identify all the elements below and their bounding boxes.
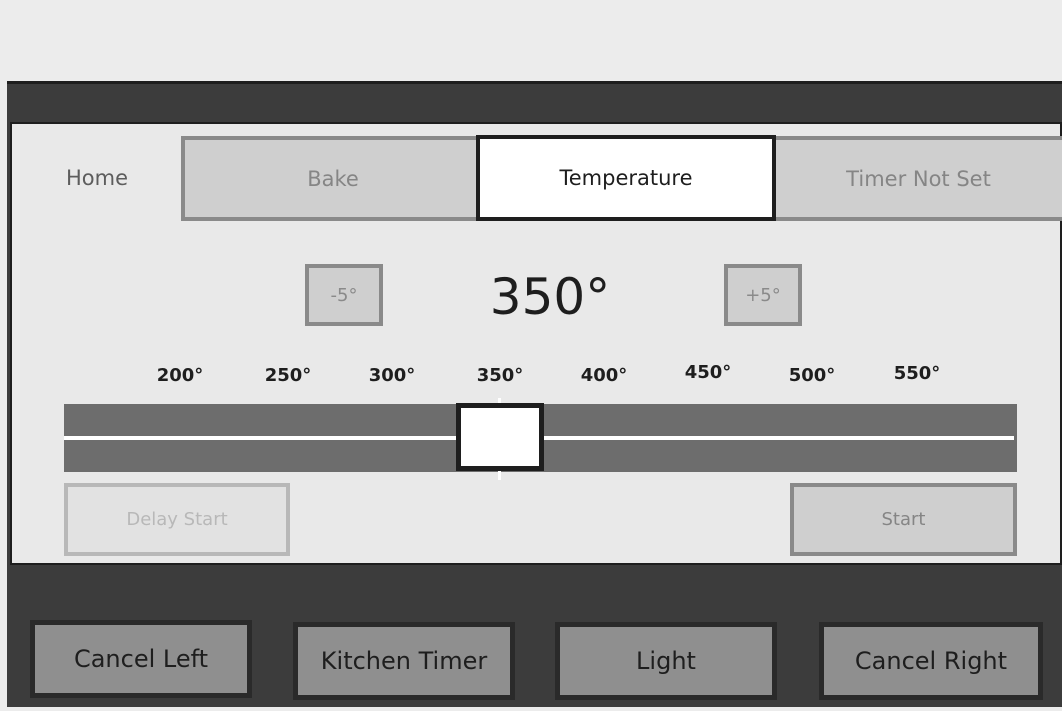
tab-temperature[interactable]: Temperature — [476, 135, 776, 221]
temperature-tick-label: 350° — [476, 365, 524, 386]
decrease-temperature-button[interactable]: -5° — [305, 264, 383, 326]
temperature-tick-label: 550° — [893, 363, 941, 384]
top-bar — [7, 9, 1062, 81]
temperature-tick-label: 450° — [684, 362, 732, 383]
increase-temperature-button[interactable]: +5° — [724, 264, 802, 326]
delay-start-button[interactable]: Delay Start — [64, 483, 290, 556]
temperature-tick-label: 250° — [264, 365, 312, 386]
temperature-slider-thumb[interactable] — [456, 403, 544, 471]
temperature-tick-label: 300° — [368, 365, 416, 386]
kitchen-timer-button[interactable]: Kitchen Timer — [293, 622, 515, 700]
cancel-right-button[interactable]: Cancel Right — [819, 622, 1043, 700]
home-button[interactable]: Home — [66, 166, 128, 190]
tab-bake[interactable]: Bake — [181, 136, 481, 221]
start-button[interactable]: Start — [790, 483, 1017, 556]
temperature-value: 350° — [489, 268, 611, 326]
temperature-tick-label: 200° — [156, 365, 204, 386]
tab-timer[interactable]: Timer Not Set — [775, 136, 1062, 221]
cancel-left-button[interactable]: Cancel Left — [30, 620, 252, 698]
temperature-tick-label: 400° — [580, 365, 628, 386]
light-button[interactable]: Light — [555, 622, 777, 700]
temperature-tick-label: 500° — [788, 365, 836, 386]
